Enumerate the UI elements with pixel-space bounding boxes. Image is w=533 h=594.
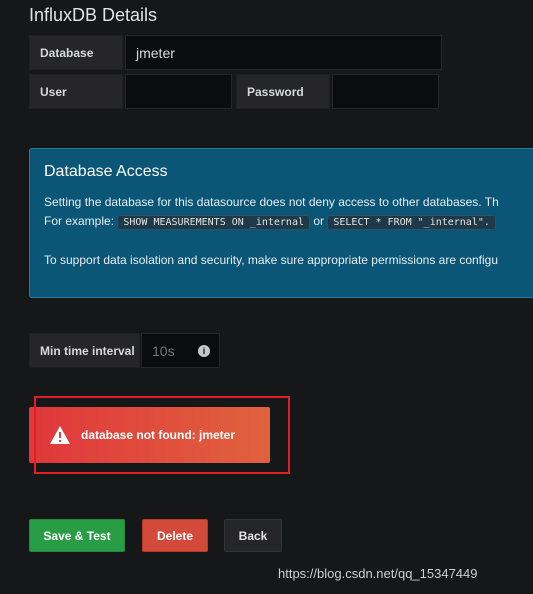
password-input[interactable] bbox=[332, 74, 439, 109]
example-prefix: For example: bbox=[44, 214, 115, 228]
database-access-text: Setting the database for this datasource… bbox=[44, 193, 533, 270]
min-time-interval-label: Min time interval bbox=[29, 333, 140, 368]
database-access-box: Database Access Setting the database for… bbox=[29, 148, 533, 298]
info-circle-icon[interactable]: i bbox=[198, 345, 210, 357]
example-code-show-measurements: SHOW MEASUREMENTS ON _internal bbox=[117, 215, 310, 230]
database-access-line3: To support data isolation and security, … bbox=[44, 253, 499, 267]
example-code-select: SELECT * FROM "_internal". bbox=[327, 215, 496, 230]
delete-button[interactable]: Delete bbox=[142, 519, 208, 552]
database-label: Database bbox=[29, 35, 123, 70]
database-access-title: Database Access bbox=[44, 163, 168, 180]
database-input[interactable]: jmeter bbox=[125, 35, 442, 70]
password-label: Password bbox=[236, 74, 330, 109]
user-label: User bbox=[29, 74, 123, 109]
user-input[interactable] bbox=[125, 74, 232, 109]
save-test-button[interactable]: Save & Test bbox=[29, 519, 125, 552]
example-or: or bbox=[313, 214, 325, 228]
watermark: https://blog.csdn.net/qq_15347449 bbox=[278, 566, 478, 581]
highlight-frame bbox=[34, 396, 290, 474]
database-access-example: For example: SHOW MEASUREMENTS ON _inter… bbox=[44, 212, 533, 232]
database-access-line1: Setting the database for this datasource… bbox=[44, 195, 499, 209]
section-title: InfluxDB Details bbox=[29, 5, 158, 25]
back-button[interactable]: Back bbox=[224, 519, 282, 552]
